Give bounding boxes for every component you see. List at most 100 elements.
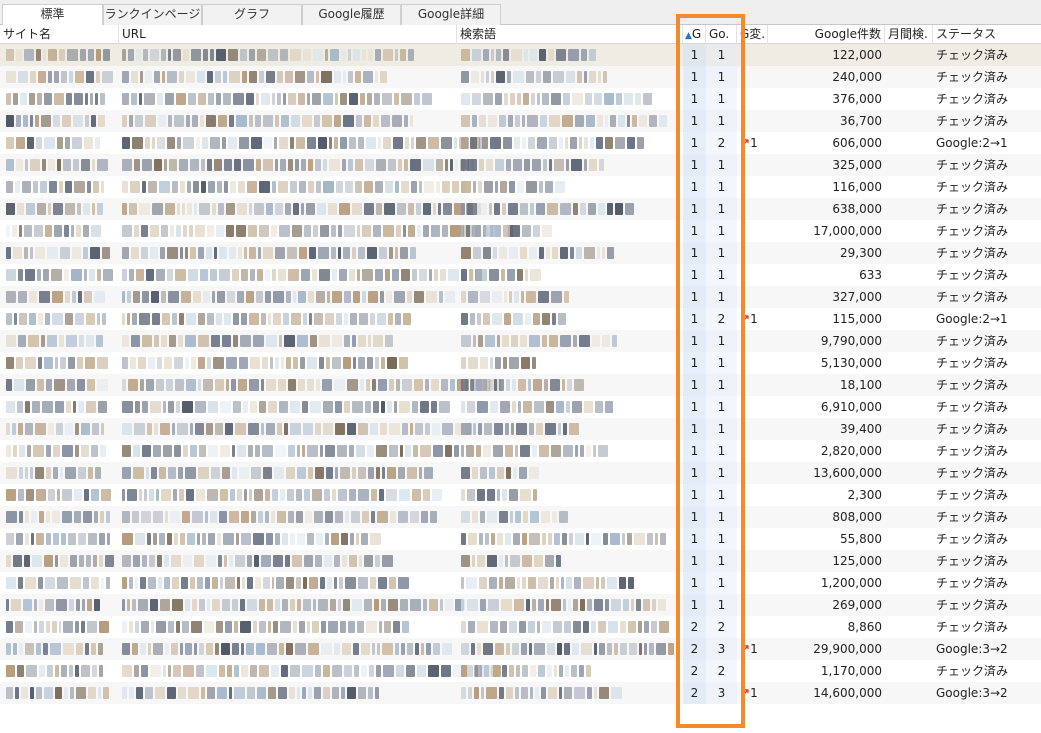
table-row[interactable]: 1 1 6,910,000 チェック済み	[0, 396, 1041, 418]
table-row[interactable]: 2 2 1,170,000 チェック済み	[0, 660, 1041, 682]
cell-status: チェック済み	[936, 290, 1009, 304]
redacted-text	[461, 489, 541, 501]
redacted-text	[122, 599, 470, 611]
column-header-keyword[interactable]: 検索語	[457, 25, 683, 44]
table-row[interactable]: 1 1 325,000 チェック済み	[0, 154, 1041, 176]
cell-google-count: 633	[859, 268, 882, 282]
cell-status: チェック済み	[936, 488, 1009, 502]
cell-go: 1	[706, 110, 737, 132]
column-header-site-name[interactable]: サイト名	[0, 25, 119, 44]
cell-google-count: 14,600,000	[813, 686, 882, 700]
cell-status: チェック済み	[936, 224, 1009, 238]
change-value: 1	[750, 312, 758, 326]
table-row[interactable]: 1 2 ↗1 606,000 Google:2→1	[0, 132, 1041, 154]
tab-google-detail[interactable]: Google詳細	[401, 4, 501, 25]
column-header-g[interactable]: ▲G	[683, 25, 706, 44]
table-row[interactable]: 1 1 2,820,000 チェック済み	[0, 440, 1041, 462]
redacted-text	[461, 49, 598, 61]
cell-change	[737, 286, 768, 308]
table-row[interactable]: 1 1 9,790,000 チェック済み	[0, 330, 1041, 352]
redacted-text	[122, 379, 505, 391]
cell-google-count: 2,300	[847, 488, 882, 502]
redacted-text	[461, 335, 621, 347]
tab-google-history[interactable]: Google履歴	[302, 4, 401, 25]
tab-graph[interactable]: グラフ	[202, 4, 302, 25]
cell-google-count: 2,820,000	[820, 444, 882, 458]
redacted-text	[461, 93, 652, 105]
cell-status: チェック済み	[936, 510, 1009, 524]
table-row[interactable]: 2 2 8,860 チェック済み	[0, 616, 1041, 638]
table-row[interactable]: 1 1 122,000 チェック済み	[0, 44, 1041, 66]
cell-g: 1	[683, 220, 706, 242]
redacted-text	[6, 137, 106, 149]
cell-g: 2	[683, 638, 706, 660]
cell-g: 2	[683, 660, 706, 682]
cell-g: 1	[683, 132, 706, 154]
cell-go: 2	[706, 616, 737, 638]
cell-monthly	[885, 330, 933, 352]
table-row[interactable]: 1 1 29,300 チェック済み	[0, 242, 1041, 264]
cell-g: 1	[683, 330, 706, 352]
table-row[interactable]: 1 1 633 チェック済み	[0, 264, 1041, 286]
cell-google-count: 122,000	[832, 48, 882, 62]
redacted-text	[122, 643, 452, 655]
table-row[interactable]: 1 2 ↗1 115,000 Google:2→1	[0, 308, 1041, 330]
cell-g: 1	[683, 462, 706, 484]
tab-bar: 標準 ランクインページ グラフ Google履歴 Google詳細	[0, 0, 1041, 26]
column-header-change[interactable]: G変.	[737, 25, 768, 44]
table-row[interactable]: 1 1 36,700 チェック済み	[0, 110, 1041, 132]
redacted-text	[6, 335, 107, 347]
cell-monthly	[885, 374, 933, 396]
cell-status: チェック済み	[936, 554, 1009, 568]
tab-rank-in-pages[interactable]: ランクインページ	[103, 4, 202, 25]
tab-standard[interactable]: 標準	[2, 4, 103, 26]
column-header-status[interactable]: ステータス	[933, 25, 1041, 44]
table-row[interactable]: 1 1 17,000,000 チェック済み	[0, 220, 1041, 242]
redacted-text	[122, 511, 441, 523]
cell-go: 1	[706, 176, 737, 198]
redacted-text	[6, 159, 113, 171]
cell-monthly	[885, 572, 933, 594]
cell-status: チェック済み	[936, 114, 1009, 128]
table-row[interactable]: 1 1 327,000 チェック済み	[0, 286, 1041, 308]
cell-monthly	[885, 352, 933, 374]
table-row[interactable]: 1 1 269,000 チェック済み	[0, 594, 1041, 616]
table-row[interactable]: 1 1 13,600,000 チェック済み	[0, 462, 1041, 484]
cell-g: 1	[683, 484, 706, 506]
redacted-text	[6, 247, 113, 259]
table-row[interactable]: 1 1 125,000 チェック済み	[0, 550, 1041, 572]
cell-status: チェック済み	[936, 422, 1009, 436]
table-row[interactable]: 1 1 638,000 チェック済み	[0, 198, 1041, 220]
table-row[interactable]: 1 1 2,300 チェック済み	[0, 484, 1041, 506]
table-row[interactable]: 1 1 116,000 チェック済み	[0, 176, 1041, 198]
table-row[interactable]: 1 1 240,000 チェック済み	[0, 66, 1041, 88]
column-header-go[interactable]: Go.	[706, 25, 737, 44]
column-header-google-count[interactable]: Google件数	[768, 25, 885, 44]
column-header-url[interactable]: URL	[119, 25, 457, 44]
cell-google-count: 376,000	[832, 92, 882, 106]
table-row[interactable]: 1 1 5,130,000 チェック済み	[0, 352, 1041, 374]
redacted-text	[122, 181, 469, 193]
cell-g: 1	[683, 506, 706, 528]
cell-g: 1	[683, 572, 706, 594]
cell-go: 1	[706, 418, 737, 440]
table-row[interactable]: 2 3 ↗1 29,900,000 Google:3→2	[0, 638, 1041, 660]
table-row[interactable]: 1 1 376,000 チェック済み	[0, 88, 1041, 110]
table-row[interactable]: 1 1 1,200,000 チェック済み	[0, 572, 1041, 594]
table-row[interactable]: 1 1 808,000 チェック済み	[0, 506, 1041, 528]
cell-google-count: 1,200,000	[820, 576, 882, 590]
cell-go: 1	[706, 198, 737, 220]
cell-g: 1	[683, 374, 706, 396]
cell-status: チェック済み	[936, 378, 1009, 392]
cell-google-count: 240,000	[832, 70, 882, 84]
redacted-text	[122, 665, 501, 677]
column-header-monthly[interactable]: 月間検.	[885, 25, 933, 44]
cell-change	[737, 198, 768, 220]
table-row[interactable]: 1 1 39,400 チェック済み	[0, 418, 1041, 440]
table-row[interactable]: 2 3 ↗1 14,600,000 Google:3→2	[0, 682, 1041, 704]
cell-go: 1	[706, 330, 737, 352]
cell-monthly	[885, 220, 933, 242]
table-row[interactable]: 1 1 55,800 チェック済み	[0, 528, 1041, 550]
cell-monthly	[885, 286, 933, 308]
table-row[interactable]: 1 1 18,100 チェック済み	[0, 374, 1041, 396]
